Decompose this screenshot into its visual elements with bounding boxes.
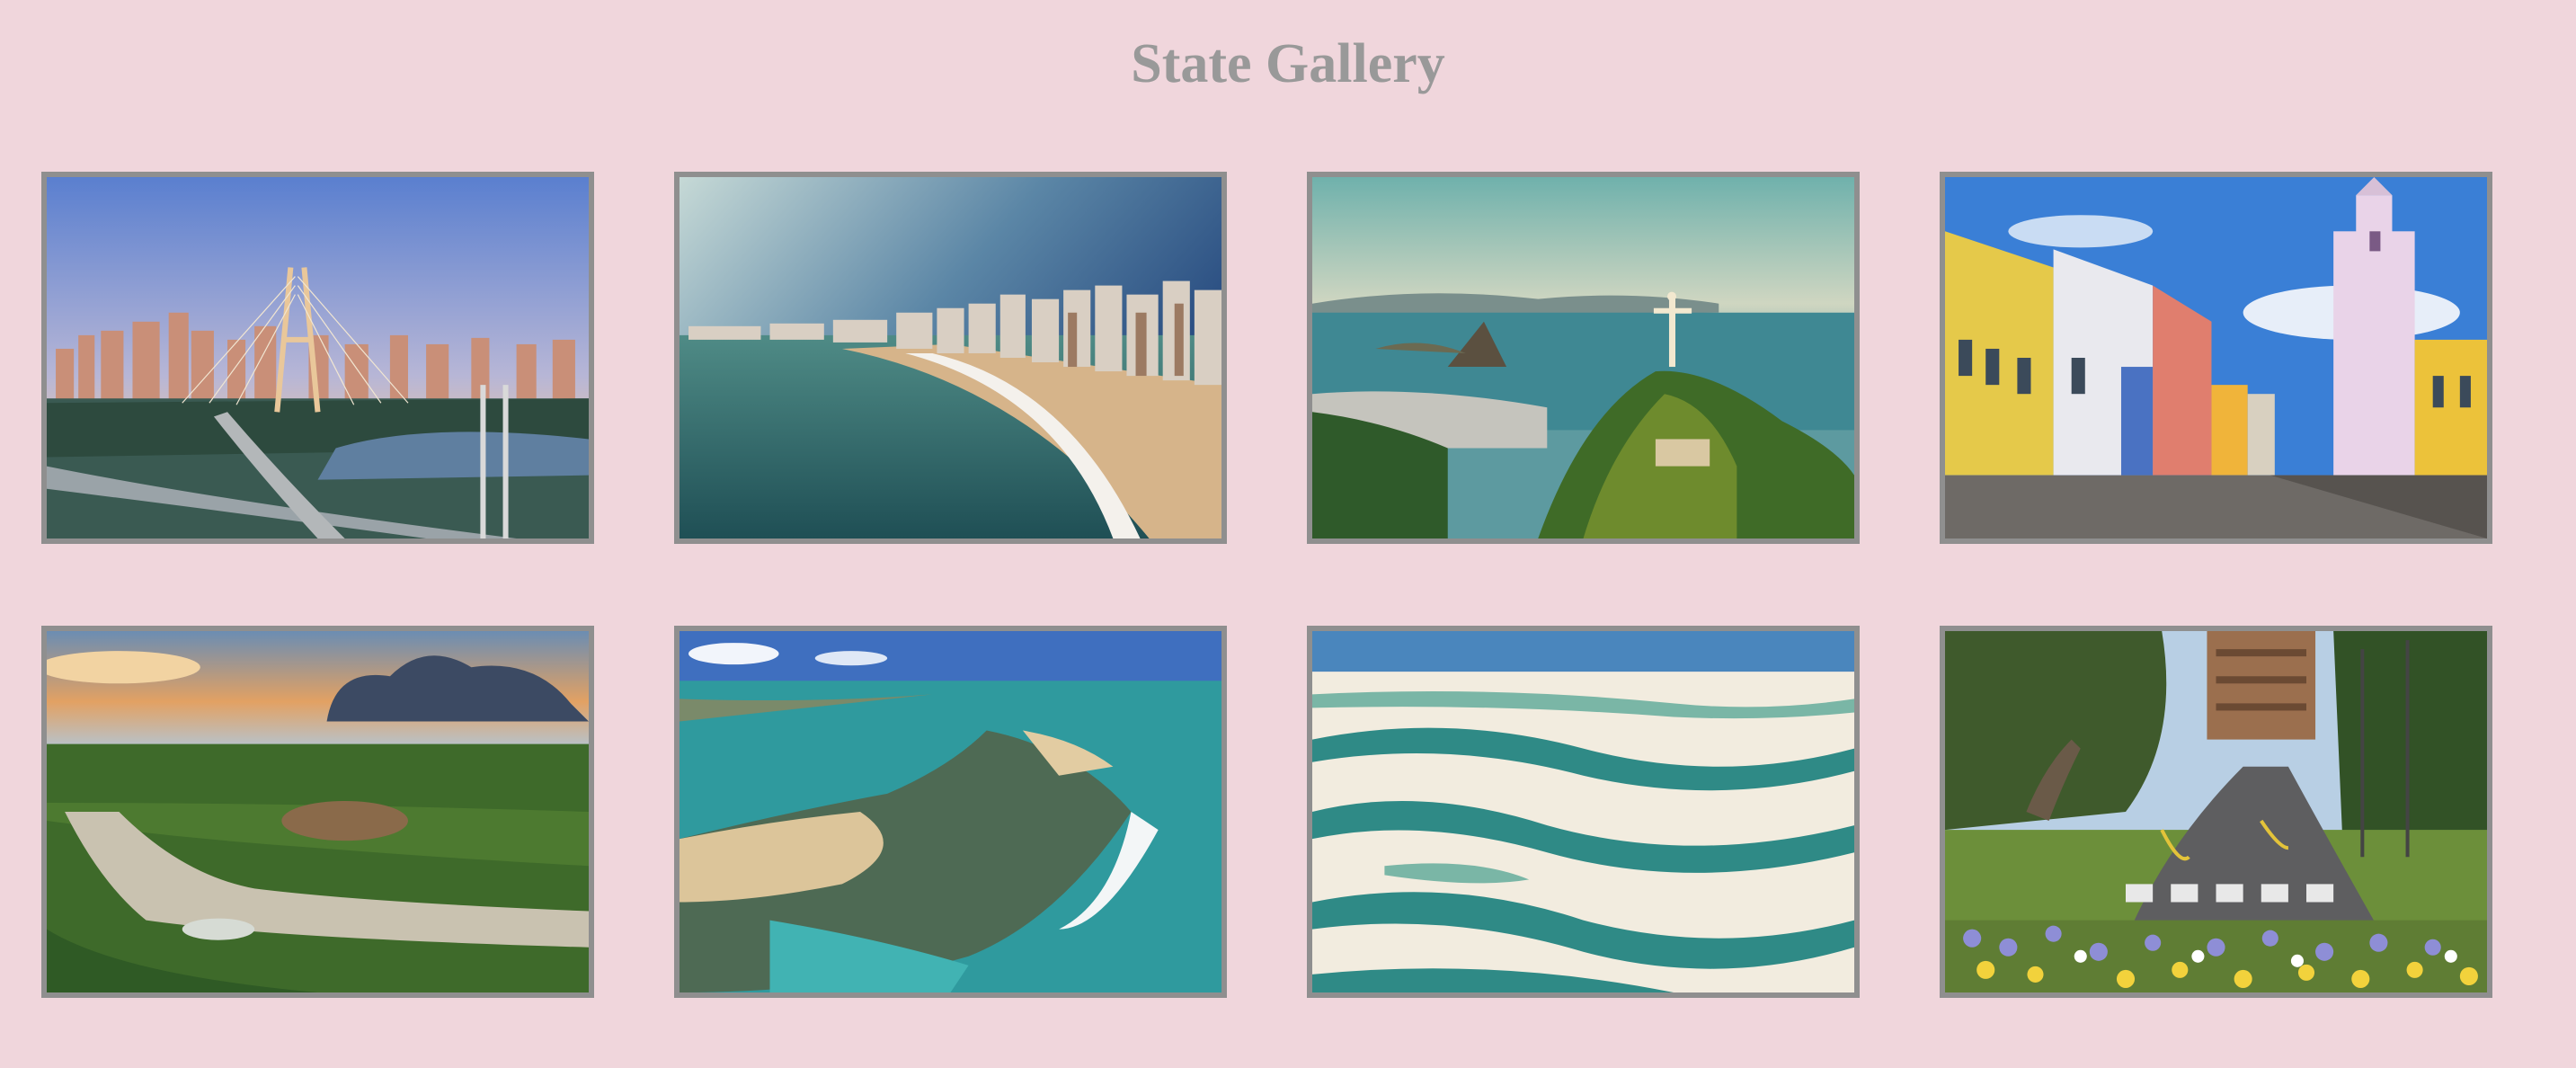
gallery-image-white-dunes[interactable]	[1307, 626, 1860, 998]
beach-shoreline-image	[680, 177, 1221, 538]
christ-statue-image	[1312, 177, 1854, 538]
city-skyline-image	[47, 177, 589, 538]
gallery-image-coral-reef[interactable]	[674, 626, 1227, 998]
page-title: State Gallery	[1131, 33, 1445, 94]
coral-reef-image	[680, 631, 1221, 992]
colonial-street-image	[1945, 177, 2487, 538]
gallery-image-christ-statue[interactable]	[1307, 172, 1860, 544]
gallery-image-city-skyline[interactable]	[41, 172, 594, 544]
flower-street-image	[1945, 631, 2487, 992]
gallery-image-wetland-river[interactable]	[41, 626, 594, 998]
gallery-image-flower-street[interactable]	[1940, 626, 2492, 998]
gallery-image-beach-shoreline[interactable]	[674, 172, 1227, 544]
gallery-page: State Gallery	[0, 0, 2576, 1068]
white-dunes-image	[1312, 631, 1854, 992]
wetland-river-image	[47, 631, 589, 992]
gallery-image-colonial-street[interactable]	[1940, 172, 2492, 544]
